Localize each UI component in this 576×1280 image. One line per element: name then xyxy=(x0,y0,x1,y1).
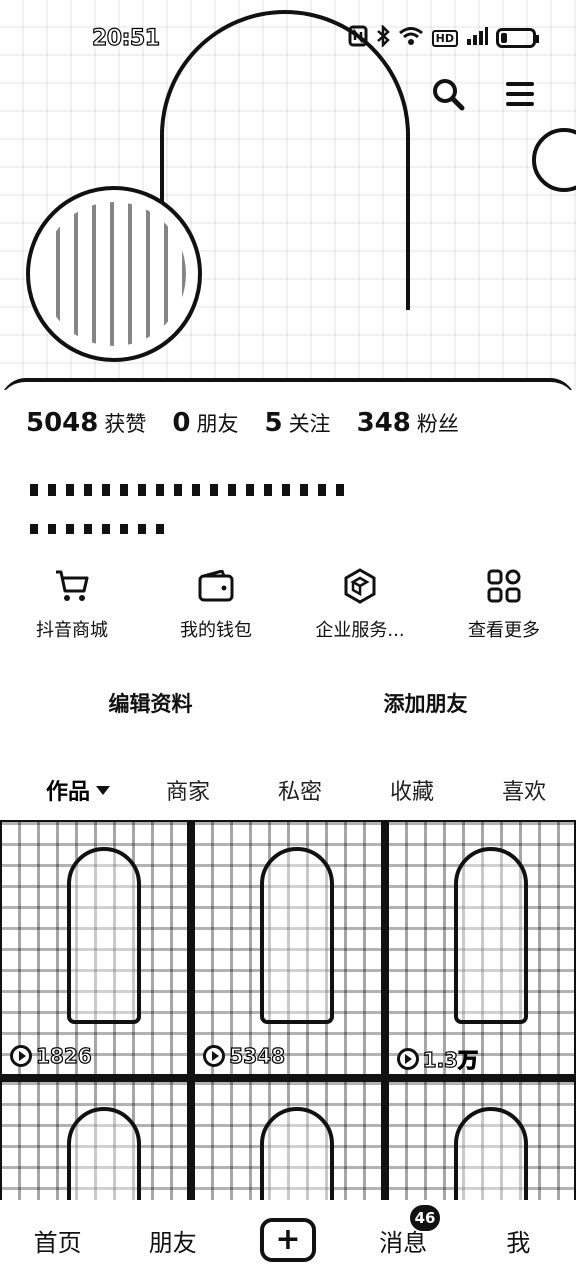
avatar[interactable] xyxy=(26,186,202,362)
thumbnail-figure xyxy=(66,847,141,1024)
stat-label: 朋友 xyxy=(196,412,239,436)
shortcut-shop[interactable]: 抖音商城 xyxy=(0,566,144,642)
nav-messages[interactable]: 消息 46 xyxy=(346,1202,461,1258)
nfc-icon xyxy=(348,25,368,52)
tab-label: 私密 xyxy=(278,780,323,805)
menu-icon[interactable] xyxy=(500,74,540,114)
stat-following[interactable]: 5 关注 xyxy=(264,408,330,438)
shortcut-label: 企业服务... xyxy=(315,620,405,641)
status-icons: HD xyxy=(348,23,539,52)
play-count: 1.3万 xyxy=(396,1044,479,1073)
nav-me[interactable]: 我 xyxy=(461,1223,576,1258)
profile-cover[interactable]: 20:51 HD xyxy=(0,0,576,390)
tab-likes[interactable]: 喜欢 xyxy=(502,774,546,806)
bio-text-obscured xyxy=(30,484,350,496)
tab-merchant[interactable]: 商家 xyxy=(166,774,210,806)
thumbnail-figure xyxy=(453,847,528,1024)
shortcut-label: 抖音商城 xyxy=(36,620,108,641)
nav-messages-label: 消息 xyxy=(379,1228,428,1257)
search-icon[interactable] xyxy=(428,74,468,114)
status-bar: 20:51 HD xyxy=(0,0,576,76)
avatar-image xyxy=(42,202,186,346)
stat-label: 粉丝 xyxy=(416,412,459,436)
nav-home[interactable]: 首页 xyxy=(0,1223,115,1258)
stat-label: 获赞 xyxy=(104,412,147,436)
stat-label: 关注 xyxy=(288,412,331,436)
caret-down-icon xyxy=(96,785,111,795)
stat-friends[interactable]: 0 朋友 xyxy=(172,408,238,438)
play-icon xyxy=(10,1045,32,1067)
play-count-text: 1.3万 xyxy=(422,1047,479,1072)
play-count-text: 1826 xyxy=(35,1043,92,1068)
video-thumbnail[interactable] xyxy=(0,1080,190,1200)
hd-badge: HD xyxy=(431,29,458,47)
video-thumbnail[interactable] xyxy=(386,1080,576,1200)
wallet-icon xyxy=(196,566,236,606)
video-thumbnail[interactable]: 1826 xyxy=(0,820,190,1076)
video-thumbnail[interactable] xyxy=(193,1080,383,1200)
tab-favorites[interactable]: 收藏 xyxy=(390,774,434,806)
tab-label: 收藏 xyxy=(390,780,435,805)
video-grid: 1826 5348 1.3万 xyxy=(0,820,576,1200)
shortcut-label: 查看更多 xyxy=(468,620,540,641)
stat-followers[interactable]: 348 粉丝 xyxy=(357,408,459,438)
shortcut-more[interactable]: 查看更多 xyxy=(432,566,576,642)
status-time: 20:51 xyxy=(91,25,160,51)
cart-icon xyxy=(52,566,92,606)
video-thumbnail[interactable]: 5348 xyxy=(193,820,383,1076)
stat-number: 5048 xyxy=(26,408,99,438)
tab-works[interactable]: 作品 xyxy=(46,774,111,806)
stat-likes[interactable]: 5048 获赞 xyxy=(26,408,146,438)
play-count-text: 5348 xyxy=(229,1043,286,1068)
profile-stats: 5048 获赞 0 朋友 5 关注 348 粉丝 xyxy=(26,408,459,438)
enterprise-icon xyxy=(340,566,380,606)
content-tabs: 作品 商家 私密 收藏 喜欢 xyxy=(0,764,576,816)
more-grid-icon xyxy=(484,566,524,606)
tab-label: 作品 xyxy=(46,780,91,805)
nav-create[interactable]: + xyxy=(230,1218,345,1262)
tab-private[interactable]: 私密 xyxy=(278,774,322,806)
signal-icon xyxy=(466,26,488,51)
bio-text-obscured xyxy=(30,524,170,534)
shortcut-enterprise[interactable]: 企业服务... xyxy=(288,566,432,642)
tab-label: 喜欢 xyxy=(502,780,547,805)
shortcut-row: 抖音商城 我的钱包 企业服务... 查看更多 xyxy=(0,566,576,642)
add-friend-button[interactable]: 添加朋友 xyxy=(295,676,556,730)
shortcut-wallet[interactable]: 我的钱包 xyxy=(144,566,288,642)
stat-number: 5 xyxy=(264,408,283,438)
plus-icon: + xyxy=(259,1218,316,1262)
nav-friends[interactable]: 朋友 xyxy=(115,1223,230,1258)
play-icon xyxy=(203,1045,226,1067)
stat-number: 348 xyxy=(356,408,411,438)
tab-label: 商家 xyxy=(166,780,211,805)
thumbnail-figure xyxy=(453,1107,528,1200)
wifi-icon xyxy=(398,26,424,51)
bluetooth-icon xyxy=(376,23,390,52)
bottom-nav: 首页 朋友 + 消息 46 我 xyxy=(0,1200,576,1280)
shortcut-label: 我的钱包 xyxy=(180,620,252,641)
play-count: 1826 xyxy=(10,1043,92,1069)
profile-action-buttons: 编辑资料 添加朋友 xyxy=(20,676,556,730)
battery-icon xyxy=(496,28,539,48)
thumbnail-figure xyxy=(260,847,335,1024)
play-icon xyxy=(396,1047,419,1070)
thumbnail-figure xyxy=(66,1107,141,1200)
play-count: 5348 xyxy=(203,1043,286,1069)
stat-number: 0 xyxy=(172,408,191,438)
edit-profile-button[interactable]: 编辑资料 xyxy=(20,676,281,730)
video-thumbnail[interactable]: 1.3万 xyxy=(386,820,576,1076)
messages-badge: 46 xyxy=(407,1202,443,1233)
thumbnail-figure xyxy=(260,1107,335,1200)
profile-card-edge xyxy=(0,378,576,390)
top-actions xyxy=(428,74,540,114)
